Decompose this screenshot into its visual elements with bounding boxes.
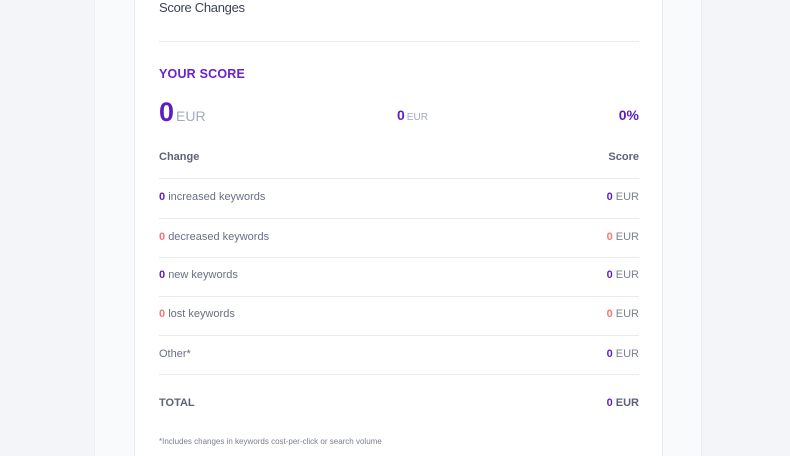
table-row-lost-keywords: 0 lost keywords 0 EUR — [159, 296, 639, 335]
total-value-unit: EUR — [615, 397, 639, 409]
score-secondary: 0 EUR — [397, 107, 428, 125]
row-value-number: 0 — [606, 348, 613, 360]
table-row-increased-keywords: 0 increased keywords 0 EUR — [159, 179, 639, 218]
score-total-value: 0 — [159, 97, 175, 127]
row-label: 0 decreased keywords — [159, 231, 269, 243]
row-value-unit: EUR — [615, 308, 639, 320]
footnote: *Includes changes in keywords cost-per-c… — [159, 437, 382, 446]
row-label: 0 new keywords — [159, 269, 238, 281]
row-value: 0 EUR — [607, 269, 639, 281]
row-value-unit: EUR — [615, 348, 639, 360]
total-value-number: 0 — [606, 397, 613, 409]
card-title: Score Changes — [159, 0, 245, 15]
total-label: TOTAL — [159, 397, 195, 409]
row-value: 0 EUR — [607, 348, 639, 360]
row-value-number: 0 — [606, 269, 613, 281]
row-label: Other* — [159, 348, 191, 360]
score-summary: 0 EUR 0 EUR 0% — [159, 97, 639, 129]
score-total-unit: EUR — [176, 108, 206, 124]
row-label-text: decreased keywords — [168, 231, 270, 243]
table-row-decreased-keywords: 0 decreased keywords 0 EUR — [159, 219, 639, 258]
table-header: Change Score — [159, 151, 639, 167]
row-value-unit: EUR — [615, 269, 639, 281]
row-value: 0 EUR — [607, 231, 639, 243]
row-value-unit: EUR — [615, 191, 639, 203]
row-value: 0 EUR — [607, 308, 639, 320]
row-label: 0 increased keywords — [159, 191, 265, 203]
table-row-new-keywords: 0 new keywords 0 EUR — [159, 257, 639, 296]
score-percent: 0% — [618, 107, 639, 123]
row-value: 0 EUR — [607, 191, 639, 203]
row-value-unit: EUR — [615, 231, 639, 243]
total-value: 0 EUR — [607, 397, 639, 409]
row-label-text: increased keywords — [168, 191, 266, 203]
row-count: 0 — [159, 231, 166, 243]
row-value-number: 0 — [606, 231, 613, 243]
score-secondary-unit: EUR — [406, 112, 428, 123]
total-row: TOTAL 0 EUR — [159, 397, 639, 409]
title-divider — [159, 41, 639, 42]
row-count: 0 — [159, 191, 166, 203]
row-value-number: 0 — [606, 191, 613, 203]
your-score-heading: YOUR SCORE — [159, 67, 246, 81]
row-label-text: Other* — [159, 348, 191, 360]
row-label: 0 lost keywords — [159, 308, 235, 320]
score-changes-card: Score Changes YOUR SCORE 0 EUR 0 EUR 0% Ch… — [134, 0, 663, 456]
row-count: 0 — [159, 269, 166, 281]
row-value-number: 0 — [606, 308, 613, 320]
score-secondary-value: 0 — [397, 107, 405, 123]
row-label-text: lost keywords — [168, 308, 235, 320]
column-header-change: Change — [159, 151, 200, 163]
row-divider — [159, 374, 639, 375]
column-header-score: Score — [608, 151, 639, 163]
table-row-other: Other* 0 EUR — [159, 336, 639, 375]
row-count: 0 — [159, 308, 166, 320]
row-label-text: new keywords — [168, 269, 238, 281]
